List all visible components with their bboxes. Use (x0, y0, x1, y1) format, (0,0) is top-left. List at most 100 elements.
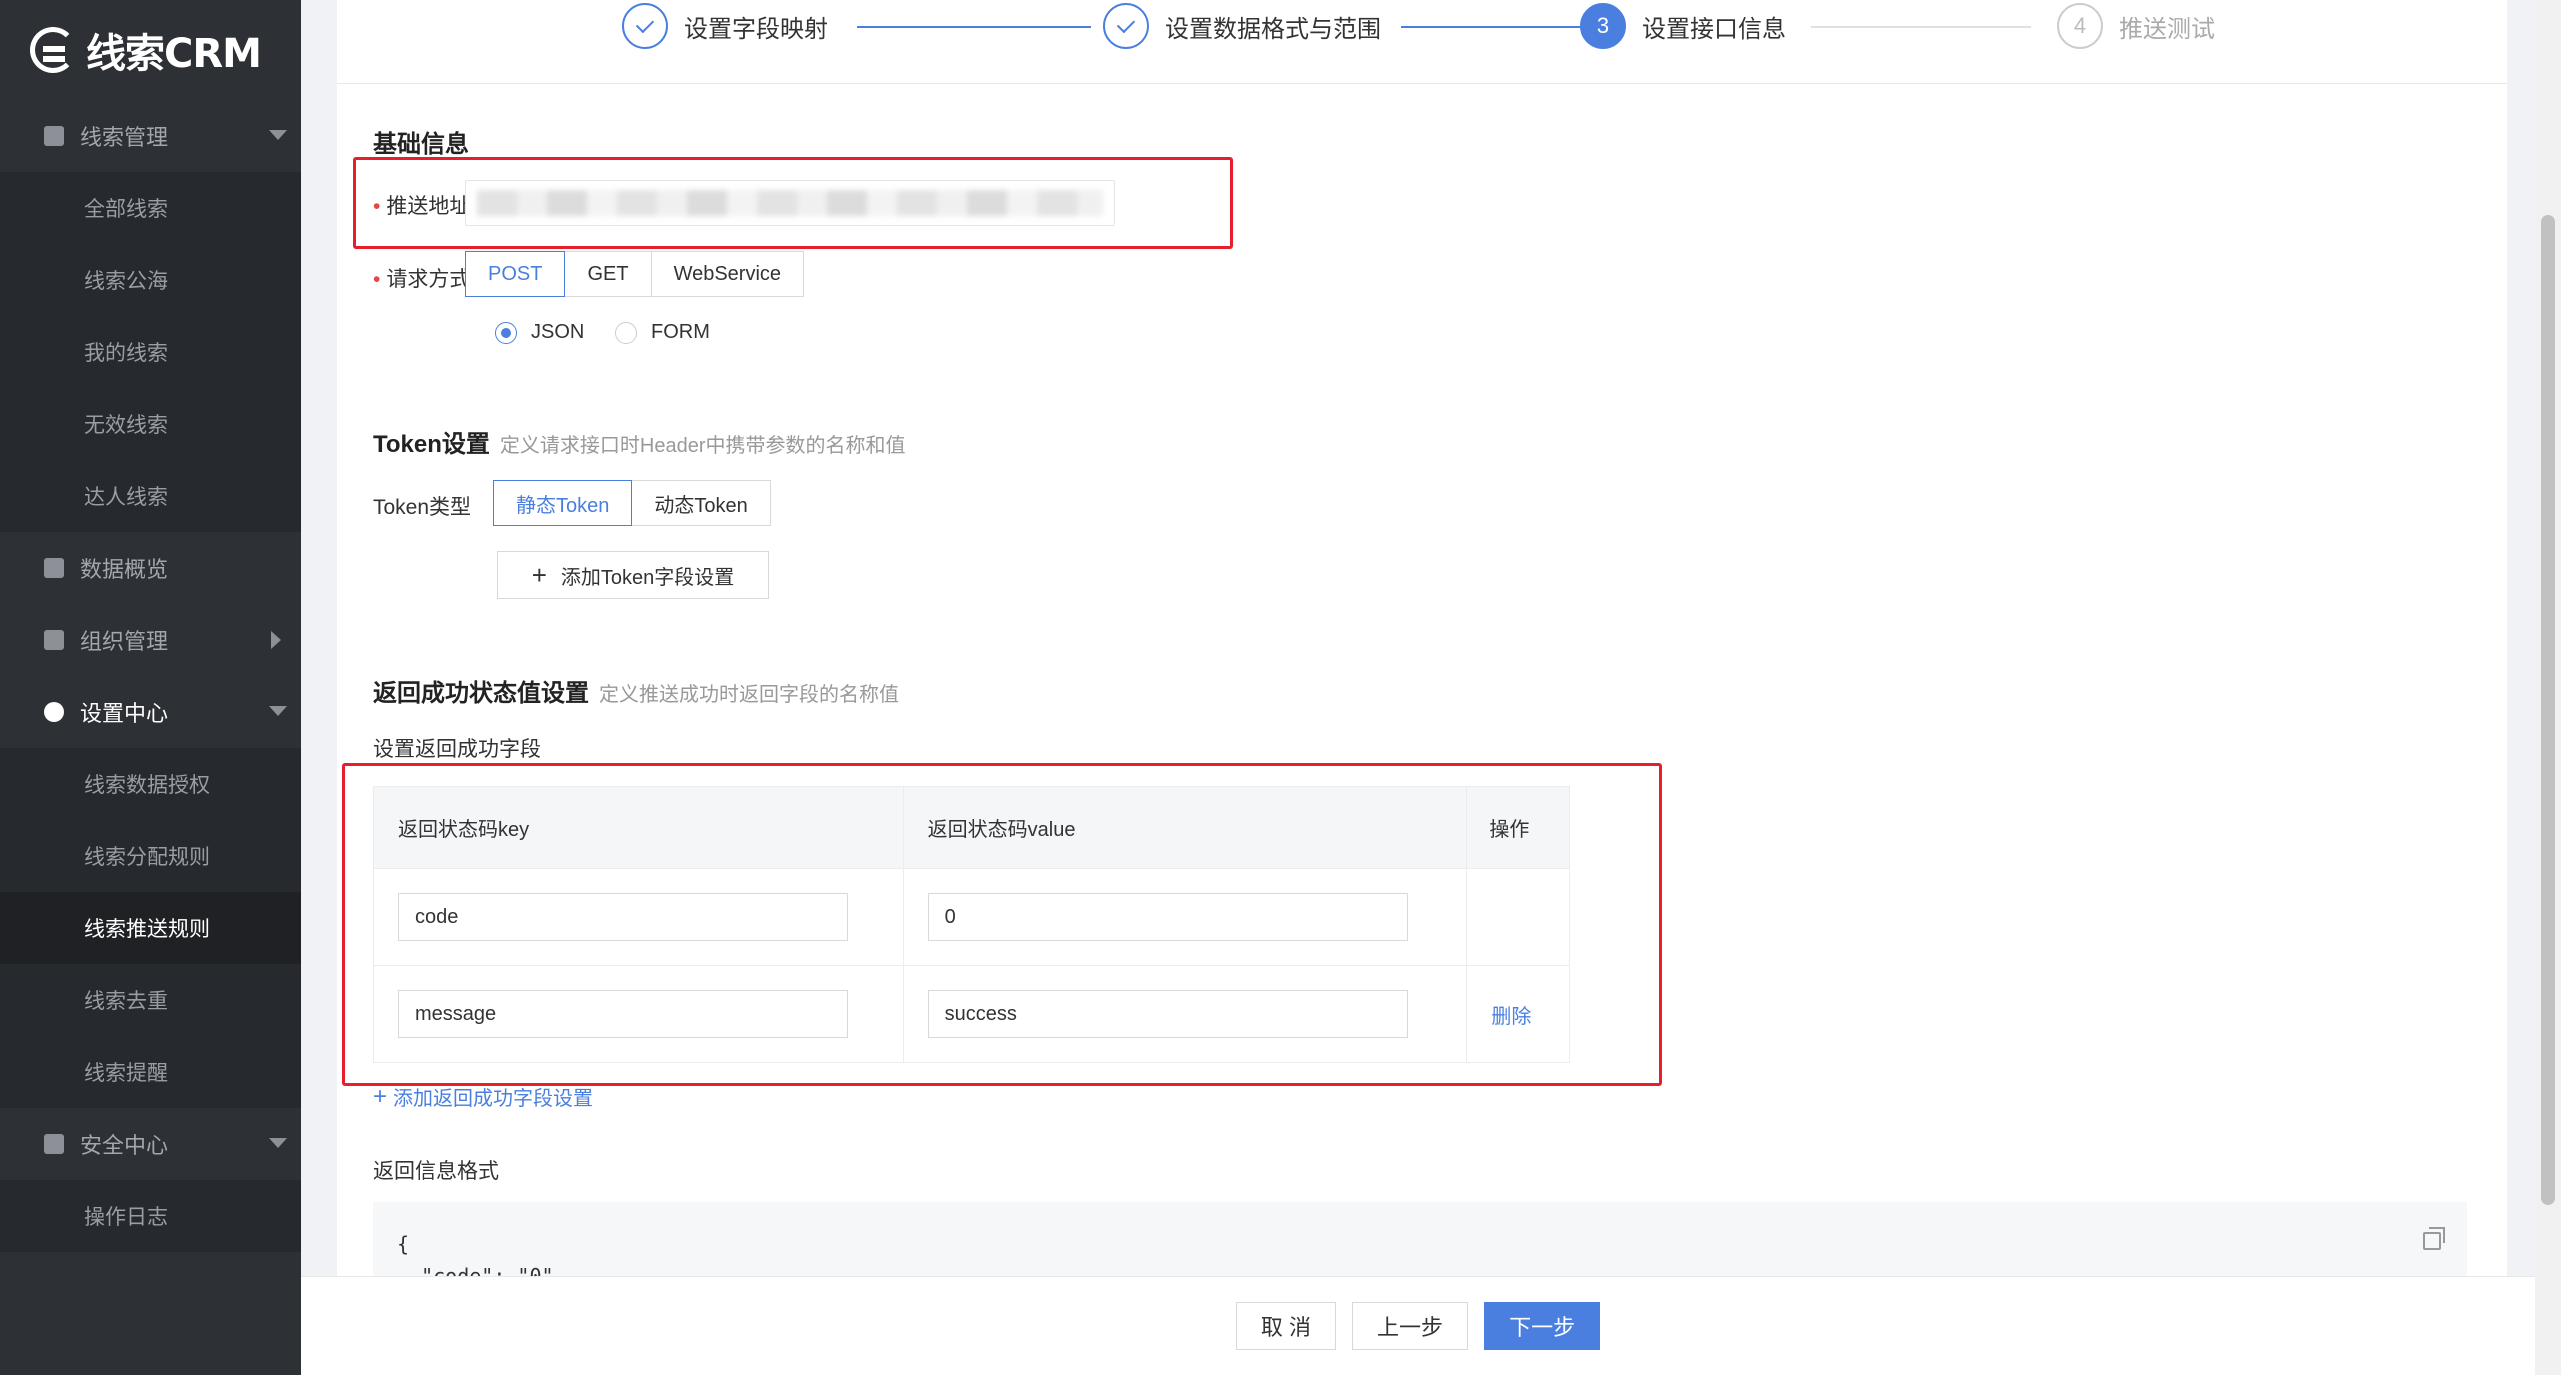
next-step-button[interactable]: 下一步 (1484, 1302, 1601, 1350)
sidebar-group-data-overview[interactable]: 数据概览 (0, 532, 301, 604)
sidebar-item-operation-log[interactable]: 操作日志 (0, 1180, 301, 1252)
footer-bar: 取 消 上一步 下一步 (301, 1276, 2535, 1375)
sidebar-group-label: 线索管理 (80, 125, 169, 150)
radio-dot (495, 321, 517, 344)
submenu-security: 操作日志 (0, 1180, 301, 1252)
token-title: Token设置 (373, 431, 490, 458)
column-header-action: 操作 (1466, 786, 1570, 869)
step-label: 推送测试 (2119, 15, 2215, 43)
delete-row-link[interactable]: 删除 (1491, 1006, 1531, 1028)
sidebar-item-dedupe[interactable]: 线索去重 (0, 964, 301, 1036)
step-interface-info: 3 设置接口信息 (1580, 3, 1786, 49)
radio-dot (615, 321, 637, 344)
copy-icon[interactable] (2423, 1227, 2445, 1250)
column-header-value: 返回状态码value (902, 786, 1468, 869)
add-success-field-link[interactable]: + 添加返回成功字段设置 (373, 1082, 593, 1111)
status-value-input[interactable]: success (927, 990, 1408, 1038)
plus-icon: + (373, 1082, 388, 1110)
sidebar-group-settings[interactable]: 设置中心 (0, 676, 301, 748)
scroll-thumb[interactable] (2541, 215, 2555, 1205)
success-title: 返回成功状态值设置 (373, 680, 589, 707)
sidebar-item-all-clues[interactable]: 全部线索 (0, 172, 301, 244)
sidebar-item-data-auth[interactable]: 线索数据授权 (0, 748, 301, 820)
sidebar-item-push-rules[interactable]: 线索推送规则 (0, 892, 301, 964)
sidebar-group-clue-management[interactable]: 线索管理 (0, 100, 301, 172)
cancel-button[interactable]: 取 消 (1235, 1302, 1337, 1350)
step-connector (857, 26, 1091, 28)
chevron-down-icon (269, 1138, 287, 1148)
sidebar-group-security[interactable]: 安全中心 (0, 1108, 301, 1180)
cube-icon (44, 630, 64, 650)
logo-icon (30, 27, 76, 73)
sidebar-group-label: 设置中心 (80, 701, 169, 726)
method-webservice-button[interactable]: WebService (650, 251, 805, 297)
success-field-label: 设置返回成功字段 (373, 738, 541, 761)
radio-label: JSON (531, 321, 585, 343)
column-header-key: 返回状态码key (373, 786, 904, 869)
check-icon (1103, 3, 1149, 49)
push-url-redacted (477, 190, 1103, 216)
sidebar-item-reminders[interactable]: 线索提醒 (0, 1036, 301, 1108)
section-title-token: Token设置 定义请求接口时Header中携带参数的名称和值 (373, 424, 906, 459)
sidebar-group-org-management[interactable]: 组织管理 (0, 604, 301, 676)
step-number: 4 (2057, 3, 2103, 49)
sidebar-group-label: 数据概览 (80, 557, 169, 582)
format-json-radio[interactable]: JSON (495, 321, 584, 344)
push-url-label: 推送地址 (373, 190, 470, 220)
shield-icon (44, 1134, 64, 1154)
chart-icon (44, 558, 64, 578)
sidebar-group-label: 组织管理 (80, 629, 169, 654)
steps-bar: 设置字段映射 设置数据格式与范围 3 设置接口信息 4 推送测试 (337, 0, 2507, 84)
format-form-radio[interactable]: FORM (615, 321, 710, 344)
gear-icon (44, 702, 64, 722)
step-number: 3 (1580, 3, 1626, 49)
submenu-settings: 线索数据授权 线索分配规则 线索推送规则 线索去重 线索提醒 (0, 748, 301, 1108)
add-token-field-button[interactable]: + 添加Token字段设置 (497, 551, 769, 599)
token-type-label: Token类型 (373, 496, 472, 519)
sidebar-item-assign-rules[interactable]: 线索分配规则 (0, 820, 301, 892)
code-line: "code": "0" (397, 1264, 554, 1276)
static-token-button[interactable]: 静态Token (493, 480, 633, 526)
method-label: 请求方式 (373, 263, 470, 293)
chevron-down-icon (269, 706, 287, 716)
step-data-format: 设置数据格式与范围 (1103, 3, 1381, 49)
main-area: 设置字段映射 设置数据格式与范围 3 设置接口信息 4 推送测试 基础信息 推送… (301, 0, 2535, 1375)
table-row: code 0 (373, 868, 1570, 966)
code-line: { (397, 1232, 410, 1256)
sidebar-item-invalid-clues[interactable]: 无效线索 (0, 388, 301, 460)
logo: 线索CRM (0, 0, 301, 100)
sidebar-group-label: 安全中心 (80, 1133, 169, 1158)
return-format-label: 返回信息格式 (373, 1160, 499, 1183)
table-row: message success 删除 (373, 965, 1570, 1063)
method-selector: POST GET WebService (465, 251, 805, 297)
sidebar-menu: 线索管理 全部线索 线索公海 我的线索 无效线索 达人线索 数据概览 组织管理 … (0, 100, 301, 1252)
status-key-input[interactable]: message (398, 990, 848, 1038)
step-push-test: 4 推送测试 (2057, 3, 2215, 49)
token-desc: 定义请求接口时Header中携带参数的名称和值 (499, 435, 906, 457)
chevron-right-icon (271, 631, 281, 649)
add-success-label: 添加返回成功字段设置 (393, 1088, 594, 1110)
step-label: 设置数据格式与范围 (1165, 15, 1381, 43)
status-key-input[interactable]: code (398, 893, 848, 941)
sidebar-item-influencer-clues[interactable]: 达人线索 (0, 460, 301, 532)
sidebar: 线索CRM 线索管理 全部线索 线索公海 我的线索 无效线索 达人线索 数据概览… (0, 0, 301, 1375)
step-connector (1811, 26, 2031, 28)
step-field-mapping: 设置字段映射 (622, 3, 828, 49)
sidebar-item-clue-pool[interactable]: 线索公海 (0, 244, 301, 316)
add-token-label: 添加Token字段设置 (560, 566, 735, 589)
chevron-down-icon (269, 130, 287, 140)
step-label: 设置字段映射 (684, 15, 828, 43)
prev-step-button[interactable]: 上一步 (1352, 1302, 1469, 1350)
step-label: 设置接口信息 (1642, 15, 1786, 43)
dynamic-token-button[interactable]: 动态Token (631, 480, 771, 526)
book-icon (44, 126, 64, 146)
section-title-basic: 基础信息 (373, 131, 469, 158)
method-get-button[interactable]: GET (564, 251, 652, 297)
status-value-input[interactable]: 0 (927, 893, 1408, 941)
method-post-button[interactable]: POST (465, 251, 566, 297)
scrollbar[interactable] (2535, 0, 2561, 1375)
check-icon (622, 3, 668, 49)
return-format-code: { "code": "0" (373, 1202, 2467, 1276)
sidebar-item-my-clues[interactable]: 我的线索 (0, 316, 301, 388)
section-title-success: 返回成功状态值设置 定义推送成功时返回字段的名称值 (373, 673, 899, 708)
